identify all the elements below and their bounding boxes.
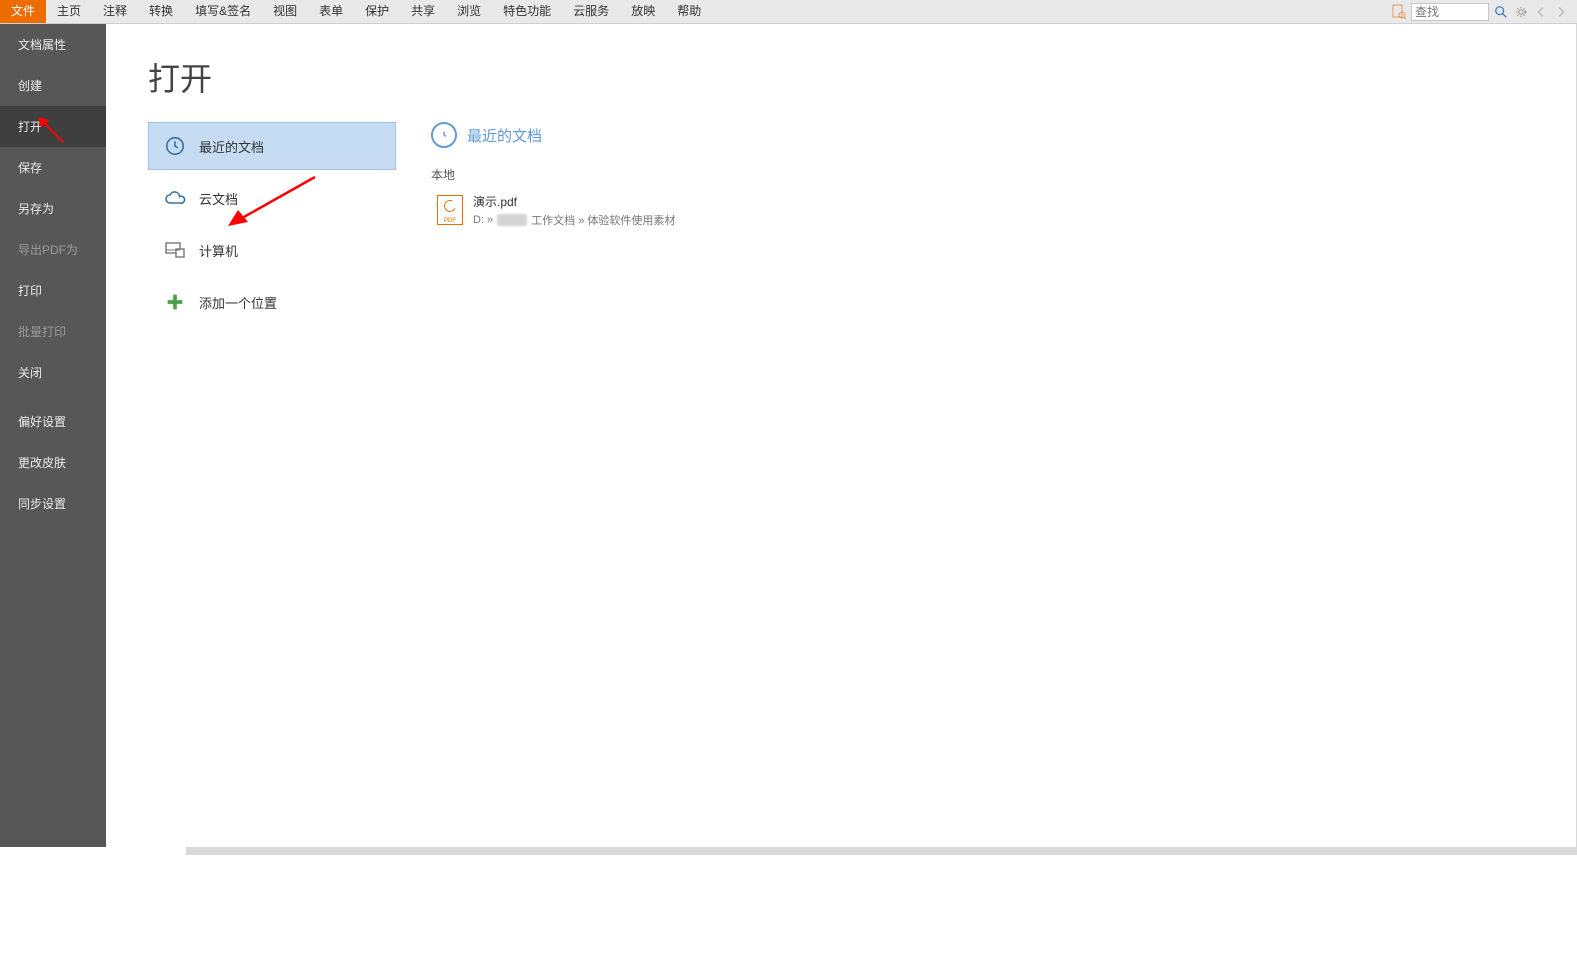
location-cloud[interactable]: 云文档 [148,174,396,222]
location-computer[interactable]: 计算机 [148,226,396,274]
recent-title: 最近的文档 [467,125,542,146]
search-page-icon[interactable] [1391,4,1407,20]
sidebar-create[interactable]: 创建 [0,65,106,106]
pdf-badge: PDF [444,218,456,224]
sidebar-sync[interactable]: 同步设置 [0,483,106,524]
menu-comment[interactable]: 注释 [92,0,138,23]
menu-help[interactable]: 帮助 [666,0,712,23]
computer-icon [163,238,187,262]
menu-slideshow[interactable]: 放映 [620,0,666,23]
menu-file[interactable]: 文件 [0,0,46,23]
path-redacted [497,214,527,226]
sidebar-save-as[interactable]: 另存为 [0,188,106,229]
menu-protect[interactable]: 保护 [354,0,400,23]
menu-bar: 文件 主页 注释 转换 填写&签名 视图 表单 保护 共享 浏览 特色功能 云服… [0,0,1577,24]
group-local-label: 本地 [431,162,1556,189]
pdf-file-icon: PDF [437,195,463,225]
page-title: 打开 [106,24,1576,118]
file-path: D: » 工作文档 » 体验软件使用素材 [473,212,675,228]
search-icon[interactable] [1493,4,1509,20]
sidebar-skin[interactable]: 更改皮肤 [0,442,106,483]
file-sidebar: 文档属性 创建 打开 保存 另存为 导出PDF为 打印 批量打印 关闭 偏好设置… [0,24,106,847]
menu-share[interactable]: 共享 [400,0,446,23]
path-tail: 工作文档 » 体验软件使用素材 [531,212,675,228]
location-add[interactable]: 添加一个位置 [148,278,396,326]
plus-icon [163,290,187,314]
menu-fill-sign[interactable]: 填写&签名 [184,0,262,23]
prev-icon[interactable] [1533,4,1549,20]
sidebar-close[interactable]: 关闭 [0,352,106,393]
clock-icon [163,134,187,158]
file-name: 演示.pdf [473,193,675,210]
menu-cloud[interactable]: 云服务 [562,0,620,23]
location-label: 添加一个位置 [199,293,277,312]
recent-file-item[interactable]: PDF 演示.pdf D: » 工作文档 » 体验软件使用素材 [431,189,1556,236]
recent-header: 最近的文档 [431,122,1556,148]
recent-documents: 最近的文档 本地 PDF 演示.pdf D: » 工作文档 » 体验软件使用素材 [431,122,1556,236]
open-panel: 打开 最近的文档 云文档 计算机 添加一个位置 [106,24,1577,847]
sidebar-batch-print[interactable]: 批量打印 [0,311,106,352]
menu-convert[interactable]: 转换 [138,0,184,23]
menu-features[interactable]: 特色功能 [492,0,562,23]
sidebar-export-pdf[interactable]: 导出PDF为 [0,229,106,270]
find-input[interactable] [1411,3,1489,21]
menu-form[interactable]: 表单 [308,0,354,23]
sidebar-preferences[interactable]: 偏好设置 [0,401,106,442]
sidebar-print[interactable]: 打印 [0,270,106,311]
next-icon[interactable] [1553,4,1569,20]
sidebar-doc-properties[interactable]: 文档属性 [0,24,106,65]
location-recent[interactable]: 最近的文档 [148,122,396,170]
location-list: 最近的文档 云文档 计算机 添加一个位置 [148,122,396,326]
location-label: 计算机 [199,241,238,260]
cloud-icon [163,186,187,210]
menu-view[interactable]: 视图 [262,0,308,23]
sidebar-save[interactable]: 保存 [0,147,106,188]
search-bar [1391,3,1577,21]
gear-icon[interactable] [1513,4,1529,20]
menu-browse[interactable]: 浏览 [446,0,492,23]
location-label: 最近的文档 [199,137,264,156]
sidebar-open[interactable]: 打开 [0,106,106,147]
bottom-strip [186,847,1577,855]
location-label: 云文档 [199,189,238,208]
clock-icon [431,122,457,148]
menu-home[interactable]: 主页 [46,0,92,23]
path-prefix: D: » [473,214,493,226]
